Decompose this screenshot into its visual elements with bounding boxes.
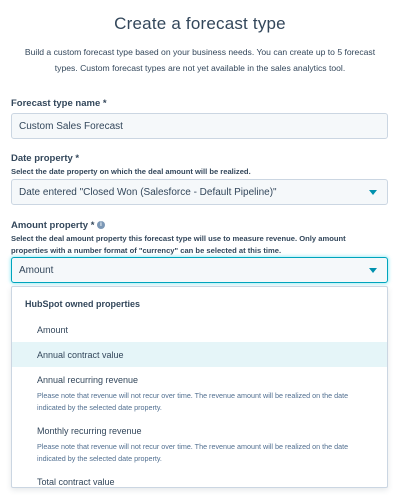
amount-property-help: Select the deal amount property this for… (11, 234, 346, 255)
dropdown-option-annual-contract-value[interactable]: Annual contract value (12, 342, 387, 367)
forecast-name-label: Forecast type name * (11, 98, 107, 109)
option-label: Monthly recurring revenue (37, 426, 142, 436)
date-property-select[interactable]: Date entered "Closed Won (Salesforce - D… (11, 179, 388, 205)
option-description: Please note that revenue will not recur … (37, 391, 349, 412)
date-property-value: Date entered "Closed Won (Salesforce - D… (19, 186, 277, 198)
dropdown-group-label: HubSpot owned properties (25, 299, 141, 309)
option-description: Please note that revenue will not recur … (37, 442, 349, 463)
page-intro: Build a custom forecast type based on yo… (24, 47, 376, 73)
amount-property-select[interactable]: Amount (11, 257, 388, 283)
dropdown-option-total-contract-value[interactable]: Total contract value (12, 476, 387, 487)
page-title: Create a forecast type (114, 14, 286, 33)
option-label: Amount (37, 325, 69, 335)
info-icon[interactable]: i (97, 221, 105, 229)
dropdown-option-monthly-recurring-revenue[interactable]: Monthly recurring revenue Please note th… (12, 425, 387, 465)
date-property-label: Date property * (11, 153, 80, 164)
option-label: Annual contract value (37, 350, 124, 360)
dropdown-option-amount[interactable]: Amount (12, 324, 387, 338)
amount-property-dropdown: HubSpot owned properties Amount Annual c… (11, 286, 388, 488)
forecast-name-value: Custom Sales Forecast (19, 120, 123, 132)
chevron-down-icon (369, 190, 377, 195)
chevron-down-icon (369, 268, 377, 273)
amount-property-value: Amount (19, 264, 54, 276)
forecast-name-input[interactable]: Custom Sales Forecast (11, 113, 388, 139)
amount-property-label: Amount property * (11, 220, 95, 231)
option-label: Total contract value (37, 477, 115, 487)
date-property-help: Select the date property on which the de… (11, 167, 251, 176)
option-label: Annual recurring revenue (37, 375, 139, 385)
dropdown-option-annual-recurring-revenue[interactable]: Annual recurring revenue Please note tha… (12, 374, 387, 414)
